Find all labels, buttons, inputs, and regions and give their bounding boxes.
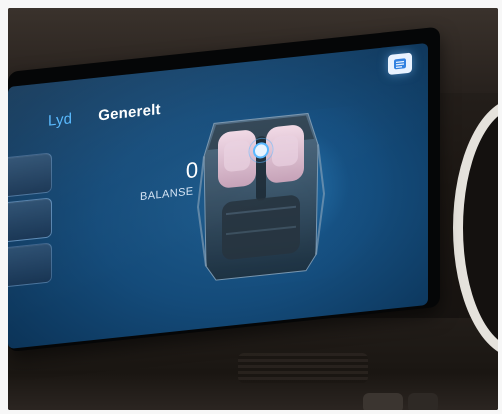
note-icon[interactable] [388, 52, 412, 76]
screenshot-frame: Lyd Generelt 0 BALANSE [0, 0, 502, 414]
infotainment-screen: Lyd Generelt 0 BALANSE [8, 42, 428, 349]
left-panel-button-2[interactable] [8, 197, 52, 244]
tab-lyd[interactable]: Lyd [48, 110, 72, 130]
balance-label: BALANSE [140, 185, 194, 204]
car-interior-photo: Lyd Generelt 0 BALANSE [8, 8, 498, 410]
left-panel-button-1[interactable] [8, 152, 52, 199]
console-button-secondary [408, 393, 438, 410]
tab-bar: Lyd Generelt [48, 101, 161, 130]
car-seat-layout-icon[interactable] [196, 104, 326, 288]
tab-generelt[interactable]: Generelt [98, 101, 160, 125]
console-button [363, 393, 403, 410]
left-panel-button-3[interactable] [8, 242, 52, 289]
air-vent [238, 353, 368, 383]
